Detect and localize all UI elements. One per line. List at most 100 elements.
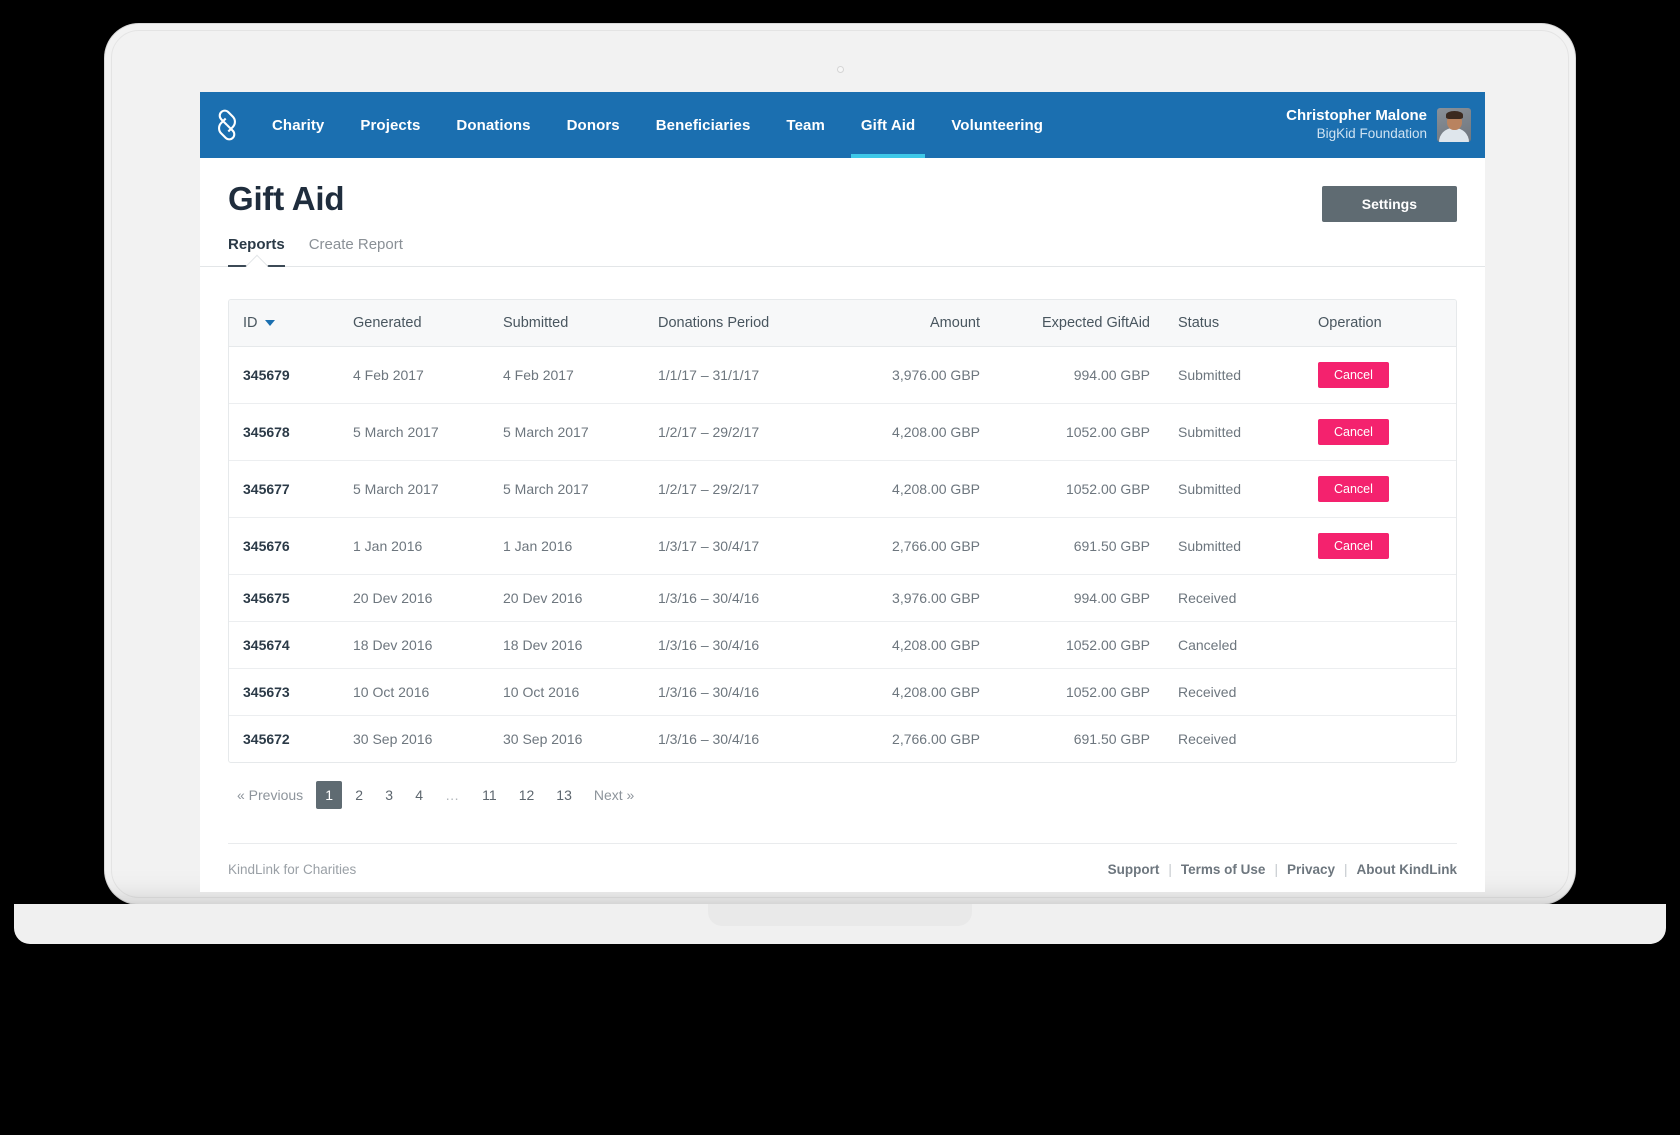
cell-id: 345674 — [229, 622, 339, 669]
nav-item-gift-aid[interactable]: Gift Aid — [843, 92, 933, 158]
column-header-generated[interactable]: Generated — [339, 300, 489, 347]
cell-operation — [1304, 575, 1456, 622]
footer-separator: | — [1344, 862, 1348, 877]
cell-period: 1/2/17 – 29/2/17 — [644, 404, 834, 461]
pagination-page-13[interactable]: 13 — [547, 781, 581, 809]
cell-operation — [1304, 622, 1456, 669]
cell-status: Submitted — [1164, 461, 1304, 518]
cell-period: 1/1/17 – 31/1/17 — [644, 347, 834, 404]
cell-generated: 1 Jan 2016 — [339, 518, 489, 575]
cell-submitted: 18 Dev 2016 — [489, 622, 644, 669]
user-text: Christopher Malone BigKid Foundation — [1286, 107, 1427, 143]
cell-submitted: 20 Dev 2016 — [489, 575, 644, 622]
avatar-hair — [1446, 111, 1463, 119]
nav-item-donors[interactable]: Donors — [549, 92, 638, 158]
cell-status: Received — [1164, 716, 1304, 763]
pagination-page-2[interactable]: 2 — [346, 781, 372, 809]
pagination-page-11[interactable]: 11 — [473, 781, 506, 809]
cell-operation: Cancel — [1304, 347, 1456, 404]
cell-period: 1/2/17 – 29/2/17 — [644, 461, 834, 518]
cell-status: Received — [1164, 575, 1304, 622]
cell-giftaid: 994.00 GBP — [994, 575, 1164, 622]
cell-amount: 3,976.00 GBP — [834, 347, 994, 404]
pagination-page-3[interactable]: 3 — [376, 781, 402, 809]
cancel-button[interactable]: Cancel — [1318, 476, 1389, 502]
user-account-block[interactable]: Christopher Malone BigKid Foundation — [1286, 92, 1485, 158]
cell-status: Submitted — [1164, 404, 1304, 461]
settings-button[interactable]: Settings — [1322, 186, 1457, 222]
cell-generated: 10 Oct 2016 — [339, 669, 489, 716]
column-header-status[interactable]: Status — [1164, 300, 1304, 347]
cell-id: 345672 — [229, 716, 339, 763]
pagination-page-4[interactable]: 4 — [406, 781, 432, 809]
column-header-expected-giftaid[interactable]: Expected GiftAid — [994, 300, 1164, 347]
column-header-id[interactable]: ID — [229, 300, 339, 347]
table-row[interactable]: 3456761 Jan 20161 Jan 20161/3/17 – 30/4/… — [229, 518, 1456, 575]
table-row[interactable]: 3456785 March 20175 March 20171/2/17 – 2… — [229, 404, 1456, 461]
pagination-next[interactable]: Next » — [585, 781, 643, 809]
cancel-button[interactable]: Cancel — [1318, 419, 1389, 445]
reports-table-container: ID Generated Submitted Donations Period … — [228, 299, 1457, 763]
cancel-button[interactable]: Cancel — [1318, 533, 1389, 559]
nav-item-label: Beneficiaries — [656, 117, 751, 134]
nav-item-charity[interactable]: Charity — [254, 92, 342, 158]
cell-amount: 3,976.00 GBP — [834, 575, 994, 622]
tab-create-report[interactable]: Create Report — [309, 236, 403, 266]
footer-separator: | — [1274, 862, 1278, 877]
nav-item-projects[interactable]: Projects — [342, 92, 438, 158]
table-row[interactable]: 34567230 Sep 201630 Sep 20161/3/16 – 30/… — [229, 716, 1456, 763]
column-header-submitted[interactable]: Submitted — [489, 300, 644, 347]
footer-link-terms-of-use[interactable]: Terms of Use — [1181, 862, 1266, 877]
cell-submitted: 1 Jan 2016 — [489, 518, 644, 575]
cell-generated: 4 Feb 2017 — [339, 347, 489, 404]
cell-amount: 4,208.00 GBP — [834, 622, 994, 669]
nav-item-beneficiaries[interactable]: Beneficiaries — [638, 92, 769, 158]
nav-item-label: Projects — [360, 117, 420, 134]
table-row[interactable]: 3456794 Feb 20174 Feb 20171/1/17 – 31/1/… — [229, 347, 1456, 404]
column-header-donations-period[interactable]: Donations Period — [644, 300, 834, 347]
table-row[interactable]: 3456775 March 20175 March 20171/2/17 – 2… — [229, 461, 1456, 518]
screenshot-stage: Charity Projects Donations Donors Benefi… — [0, 0, 1680, 1135]
cell-giftaid: 691.50 GBP — [994, 518, 1164, 575]
footer-link-support[interactable]: Support — [1108, 862, 1160, 877]
cell-period: 1/3/17 – 30/4/17 — [644, 518, 834, 575]
column-header-amount[interactable]: Amount — [834, 300, 994, 347]
cancel-button[interactable]: Cancel — [1318, 362, 1389, 388]
cell-amount: 4,208.00 GBP — [834, 404, 994, 461]
nav-item-volunteering[interactable]: Volunteering — [933, 92, 1061, 158]
cell-generated: 18 Dev 2016 — [339, 622, 489, 669]
cell-generated: 30 Sep 2016 — [339, 716, 489, 763]
footer-separator: | — [1168, 862, 1172, 877]
cell-status: Submitted — [1164, 518, 1304, 575]
footer-link-about-kindlink[interactable]: About KindLink — [1357, 862, 1457, 877]
cell-id: 345673 — [229, 669, 339, 716]
table-row[interactable]: 34567418 Dev 201618 Dev 20161/3/16 – 30/… — [229, 622, 1456, 669]
reports-table: ID Generated Submitted Donations Period … — [229, 300, 1456, 762]
nav-item-team[interactable]: Team — [768, 92, 842, 158]
chevron-down-icon[interactable] — [265, 320, 275, 326]
nav-item-label: Team — [786, 117, 824, 134]
pagination-page-12[interactable]: 12 — [510, 781, 544, 809]
cell-submitted: 5 March 2017 — [489, 461, 644, 518]
cell-generated: 5 March 2017 — [339, 404, 489, 461]
pagination-page-1[interactable]: 1 — [316, 781, 342, 809]
nav-item-donations[interactable]: Donations — [438, 92, 548, 158]
kindlink-logo[interactable] — [200, 92, 254, 158]
cell-giftaid: 691.50 GBP — [994, 716, 1164, 763]
avatar[interactable] — [1437, 108, 1471, 142]
page-header: Gift Aid Settings — [200, 158, 1485, 222]
cell-operation — [1304, 716, 1456, 763]
cell-operation: Cancel — [1304, 461, 1456, 518]
cell-submitted: 5 March 2017 — [489, 404, 644, 461]
table-row[interactable]: 34567310 Oct 201610 Oct 20161/3/16 – 30/… — [229, 669, 1456, 716]
webcam-icon — [837, 66, 844, 73]
cell-giftaid: 1052.00 GBP — [994, 461, 1164, 518]
table-row[interactable]: 34567520 Dev 201620 Dev 20161/3/16 – 30/… — [229, 575, 1456, 622]
pagination-previous[interactable]: « Previous — [228, 781, 312, 809]
footer-link-privacy[interactable]: Privacy — [1287, 862, 1335, 877]
cell-amount: 4,208.00 GBP — [834, 461, 994, 518]
cell-id: 345679 — [229, 347, 339, 404]
cell-generated: 20 Dev 2016 — [339, 575, 489, 622]
laptop-trackpad-notch — [708, 904, 972, 926]
cell-amount: 2,766.00 GBP — [834, 716, 994, 763]
